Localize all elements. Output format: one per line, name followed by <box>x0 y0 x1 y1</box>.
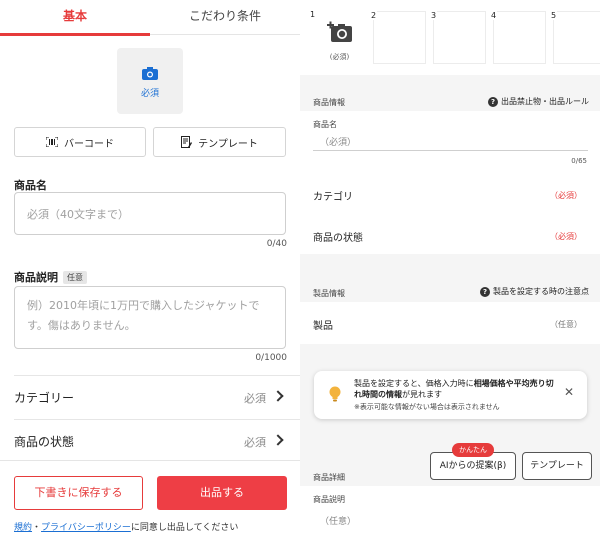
description-label: 商品説明 任意 <box>14 269 87 285</box>
tip-text-a: 製品を設定すると、価格入力時に <box>354 379 474 388</box>
easy-badge: かんたん <box>452 443 494 457</box>
item-tip-toast: 製品を設定すると、価格入力時に相場価格や平均売り切れ時間の情報が見れます ※表示… <box>314 371 587 419</box>
optional-tag: 任意 <box>63 271 87 284</box>
terms-notice: 規約・プライバシーポリシーに同意し出品してください <box>14 520 238 533</box>
product-info-section: 商品名 （必須） 0/65 カテゴリ （必須） 商品の状態 （必須） <box>300 111 600 254</box>
terms-link[interactable]: 規約 <box>14 523 32 533</box>
category-label: カテゴリ <box>313 192 353 203</box>
lightbulb-icon <box>329 386 341 402</box>
barcode-button-label: バーコード <box>64 138 114 150</box>
slot-number: 4 <box>490 11 498 20</box>
description-label-text: 商品説明 <box>14 271 58 284</box>
description-label: 商品説明 <box>313 495 345 504</box>
divider <box>14 419 300 420</box>
chevron-right-icon <box>272 390 284 402</box>
name-counter: 0/65 <box>571 157 587 165</box>
barcode-button[interactable]: バーコード <box>14 127 146 157</box>
item-optional: （任意） <box>550 320 582 329</box>
description-input[interactable]: （任意） <box>320 514 356 527</box>
chevron-right-icon <box>272 434 284 446</box>
condition-row[interactable]: 商品の状態 必須 <box>14 427 286 457</box>
product-name-label: 商品名 <box>14 179 47 192</box>
template-button[interactable]: テンプレート <box>522 452 592 480</box>
item-section[interactable]: 製品 （任意） <box>300 302 600 344</box>
condition-value: 必須 <box>244 436 266 449</box>
photo-slot[interactable]: 3 <box>430 11 486 64</box>
item-notes-link[interactable]: ? 製品を設定する時の注意点 <box>480 286 589 297</box>
help-icon: ? <box>488 96 498 107</box>
tip-text-c: が見れます <box>402 390 442 399</box>
photo-slot[interactable]: 2 <box>370 11 426 64</box>
tab-bar: 基本 こだわり条件 <box>0 0 300 36</box>
category-row[interactable]: カテゴリー 必須 <box>14 383 286 413</box>
template-button-label: テンプレート <box>198 138 258 150</box>
name-input[interactable]: （必須） <box>320 135 356 148</box>
item-label: 製品 <box>313 321 333 332</box>
photo-slots: 1 (必須) 2 3 4 5 <box>300 0 600 75</box>
category-required[interactable]: （必須） <box>550 190 582 201</box>
close-icon[interactable]: ✕ <box>564 385 574 399</box>
photo-required-label: 必須 <box>140 89 159 99</box>
tip-note: ※表示可能な情報がない場合は表示されません <box>354 403 500 411</box>
tab-basic[interactable]: 基本 <box>0 0 150 36</box>
name-label: 商品名 <box>313 120 337 129</box>
photo-slot[interactable]: 4 <box>490 11 546 64</box>
photo-slot[interactable]: 1 (必須) <box>309 10 366 64</box>
slot-number: 3 <box>430 11 438 20</box>
listing-form-alt: 1 (必須) 2 3 4 5 商品情報 ? 出品禁止物・出品ルール 商品名 （必… <box>300 0 600 539</box>
item-notes-label: 製品を設定する時の注意点 <box>493 287 589 296</box>
help-icon: ? <box>480 286 490 297</box>
add-camera-icon <box>327 21 352 42</box>
category-label: カテゴリー <box>14 391 75 405</box>
privacy-policy-link[interactable]: プライバシーポリシー <box>41 523 131 533</box>
description-input[interactable]: 例）2010年頃に1万円で購入したジャケットです。傷はありません。 <box>14 286 286 349</box>
category-value: 必須 <box>244 392 266 405</box>
listing-rules-link[interactable]: ? 出品禁止物・出品ルール <box>488 96 589 107</box>
slot-number: 1 <box>309 10 317 19</box>
condition-label: 商品の状態 <box>313 233 363 244</box>
submit-listing-button[interactable]: 出品する <box>157 476 287 510</box>
product-name-counter: 0/40 <box>266 239 287 249</box>
save-draft-button[interactable]: 下書きに保存する <box>14 476 143 510</box>
tip-text: 製品を設定すると、価格入力時に相場価格や平均売り切れ時間の情報が見れます <box>354 378 554 400</box>
description-counter: 0/1000 <box>255 353 287 363</box>
product-info-header: 商品情報 <box>313 98 345 107</box>
template-button[interactable]: テンプレート <box>153 127 286 157</box>
listing-form-basic: 基本 こだわり条件 必須 バーコード テンプレート 商品名 必須（40文字まで）… <box>0 0 300 539</box>
name-underline <box>313 150 588 151</box>
listing-rules-label: 出品禁止物・出品ルール <box>501 97 589 106</box>
slot-number: 2 <box>370 11 378 20</box>
condition-label: 商品の状態 <box>14 435 75 449</box>
photo-slot[interactable]: 5 <box>550 11 600 64</box>
condition-required[interactable]: （必須） <box>550 231 582 242</box>
details-header: 商品詳細 <box>313 473 345 482</box>
barcode-icon <box>46 137 58 147</box>
tab-preferences[interactable]: こだわり条件 <box>150 0 300 35</box>
add-photo-button[interactable]: 必須 <box>117 48 183 114</box>
divider <box>14 375 300 376</box>
slot-number: 5 <box>550 11 558 20</box>
camera-icon <box>142 67 158 80</box>
slot-required-label: (必須) <box>329 53 350 61</box>
item-info-header: 製品情報 <box>313 289 345 298</box>
product-name-input[interactable]: 必須（40文字まで） <box>14 192 286 235</box>
template-icon <box>181 136 193 148</box>
terms-text: に同意し出品してください <box>130 523 239 533</box>
details-section: 商品説明 （任意） <box>300 486 600 539</box>
terms-separator: ・ <box>32 523 42 533</box>
